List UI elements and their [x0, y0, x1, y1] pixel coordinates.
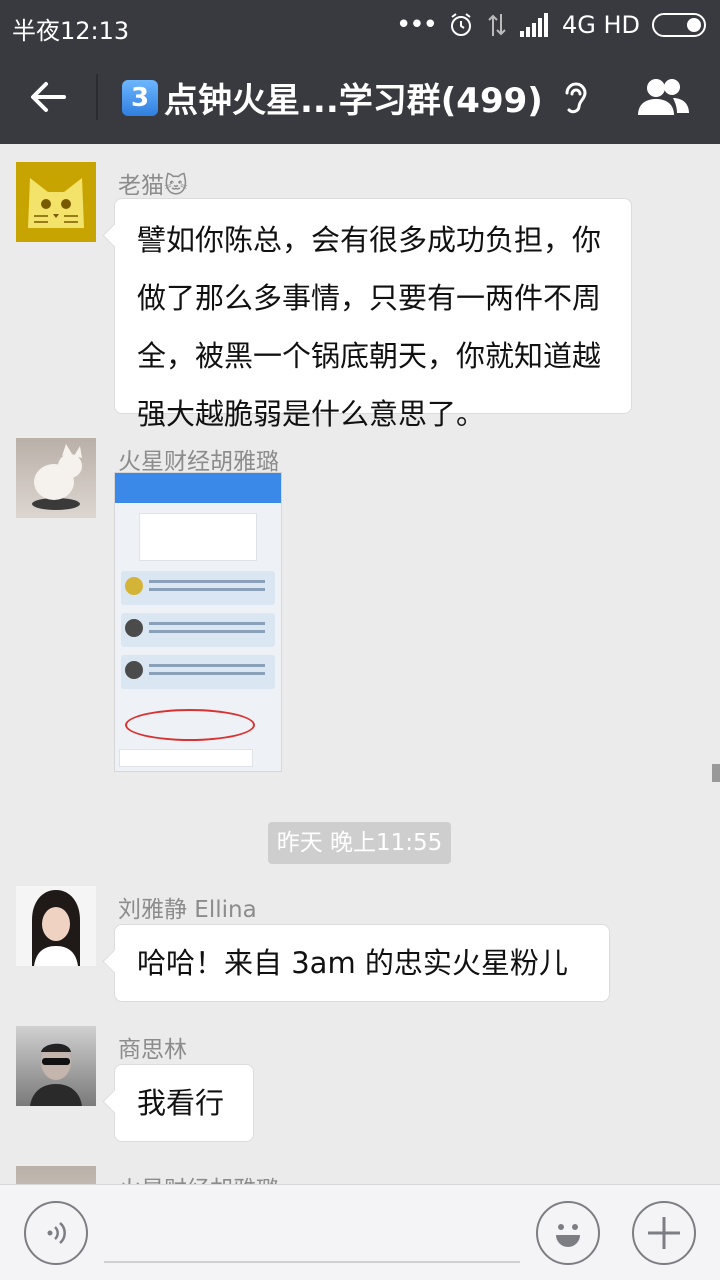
- group-members-icon: [638, 79, 689, 115]
- voice-input-button[interactable]: [24, 1201, 88, 1265]
- message-text: 譬如你陈总，会有很多成功负担，你做了那么多事情，只要有一两件不周全，被黑一个锅底…: [137, 223, 602, 431]
- message-text: 哈哈！来自 3am 的忠实火星粉儿: [137, 946, 568, 980]
- person-avatar-icon: [32, 890, 80, 966]
- network-label: 4G HD: [561, 11, 640, 39]
- emoji-button[interactable]: [536, 1201, 600, 1265]
- back-button[interactable]: [18, 70, 78, 124]
- screenshot-card: [139, 513, 257, 561]
- alarm-icon: [450, 13, 471, 36]
- sender-name: 火星财经胡雅璐: [118, 1170, 279, 1184]
- message-text: 我看行: [137, 1086, 225, 1120]
- time-divider: 昨天 晚上11:55: [268, 822, 451, 864]
- arrow-left-icon: [31, 82, 66, 112]
- message-bubble[interactable]: 我看行: [114, 1064, 254, 1142]
- plush-toy-avatar-icon: [32, 444, 82, 510]
- sender-name: 商思林: [118, 1037, 187, 1063]
- voice-icon: [47, 1222, 66, 1244]
- avatar[interactable]: [16, 886, 96, 966]
- scrollbar-thumb[interactable]: [712, 764, 720, 782]
- sender-name: 老猫🐱: [118, 173, 188, 199]
- data-transfer-icon: [488, 14, 506, 36]
- message-input[interactable]: [104, 1261, 520, 1263]
- screenshot-input-box: [119, 749, 253, 767]
- earpiece-mode-button[interactable]: [552, 74, 600, 122]
- avatar[interactable]: [16, 1026, 96, 1106]
- avatar[interactable]: [16, 438, 96, 518]
- more-dots-icon: •••: [395, 10, 438, 40]
- message-item: 火星财经胡雅璐: [0, 1166, 720, 1184]
- group-members-button[interactable]: [630, 72, 696, 122]
- ear-icon: [565, 82, 587, 114]
- screenshot-row: [121, 613, 275, 647]
- input-bar: [0, 1184, 720, 1280]
- avatar[interactable]: [16, 1166, 96, 1184]
- chat-title-text: 点钟火星...学习群(499): [164, 81, 543, 121]
- status-icons: ••• 4G HD: [396, 8, 706, 42]
- battery-icon: [652, 13, 706, 37]
- chat-title: 3 点钟火星...学习群(499): [122, 73, 543, 122]
- cat-avatar-icon: [28, 178, 84, 228]
- title-number-badge: 3: [122, 79, 158, 116]
- message-bubble[interactable]: 哈哈！来自 3am 的忠实火星粉儿: [114, 924, 610, 1002]
- more-actions-button[interactable]: [632, 1201, 696, 1265]
- status-bar: 半夜12:13 ••• 4G HD: [0, 0, 720, 50]
- status-time: 半夜12:13: [12, 17, 130, 45]
- sender-name: 火星财经胡雅璐: [118, 449, 279, 475]
- emoji-icon: [556, 1224, 580, 1247]
- plus-icon: [648, 1217, 680, 1249]
- header-divider: [96, 74, 98, 120]
- red-circle-annotation: [125, 709, 255, 741]
- screenshot-row: [121, 655, 275, 689]
- chat-header: 3 点钟火星...学习群(499): [0, 50, 720, 144]
- screenshot-row: [121, 571, 275, 605]
- person-avatar-icon: [30, 1043, 82, 1106]
- sender-name: 刘雅静 Ellina: [118, 897, 257, 923]
- signal-icon: [519, 13, 548, 37]
- screenshot-header-bar: [115, 473, 281, 503]
- avatar[interactable]: [16, 162, 96, 242]
- image-message[interactable]: [114, 472, 282, 772]
- message-bubble[interactable]: 譬如你陈总，会有很多成功负担，你做了那么多事情，只要有一两件不周全，被黑一个锅底…: [114, 198, 632, 431]
